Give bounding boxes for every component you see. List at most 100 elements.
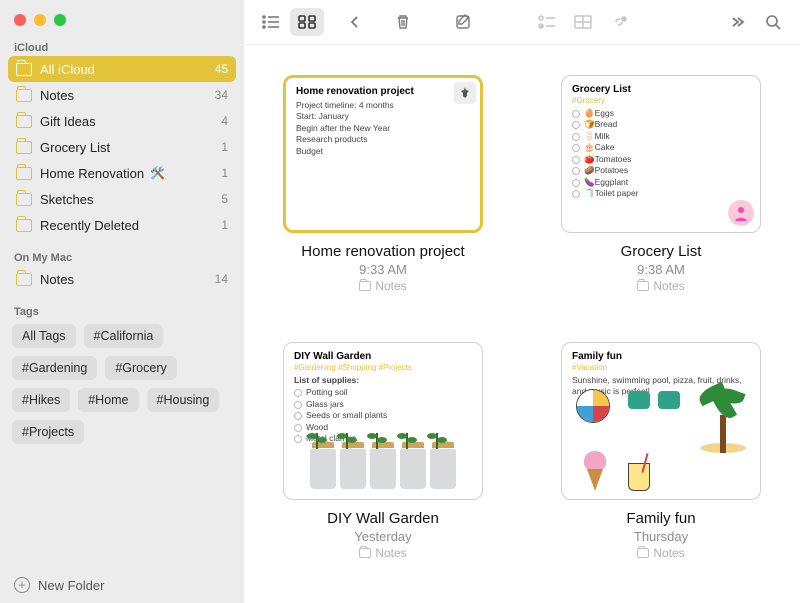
folder-label: Sketches <box>40 192 93 207</box>
preview-title: Home renovation project <box>296 86 470 97</box>
sidebar: iCloud All iCloud 45 Notes 34 Gift Ideas… <box>0 0 244 603</box>
tags-list: All Tags #California #Gardening #Grocery… <box>0 320 244 450</box>
view-gallery-button[interactable] <box>290 8 324 36</box>
note-card-family-fun[interactable]: Family fun #Vacation Sunshine, swimming … <box>552 342 770 591</box>
back-button[interactable] <box>338 8 372 36</box>
tag-gardening[interactable]: #Gardening <box>12 356 97 380</box>
note-location: Notes <box>359 546 406 560</box>
folder-label: Recently Deleted <box>40 218 139 233</box>
preview-tags: #Vacation <box>572 363 750 372</box>
note-time: Yesterday <box>354 529 411 544</box>
delete-button[interactable] <box>386 8 420 36</box>
view-list-button[interactable] <box>254 8 288 36</box>
note-card-home-renovation[interactable]: Home renovation project Project timeline… <box>274 75 492 324</box>
folder-gift-ideas[interactable]: Gift Ideas 4 <box>8 108 236 134</box>
pin-icon <box>454 82 476 104</box>
search-button[interactable] <box>756 8 790 36</box>
preview-body: Project timeline: 4 months Start: Januar… <box>296 100 470 157</box>
tag-all[interactable]: All Tags <box>12 324 76 348</box>
tag-hikes[interactable]: #Hikes <box>12 388 70 412</box>
icloud-folder-list: All iCloud 45 Notes 34 Gift Ideas 4 Groc… <box>0 56 244 238</box>
preview-body: List of supplies: Potting soil Glass jar… <box>294 375 472 445</box>
new-note-button[interactable] <box>446 8 480 36</box>
preview-image-icon <box>284 449 482 499</box>
more-button[interactable] <box>720 8 754 36</box>
note-title: DIY Wall Garden <box>327 510 439 527</box>
folder-home-renovation[interactable]: Home Renovation 🛠️ 1 <box>8 160 236 186</box>
link-button[interactable] <box>602 8 636 36</box>
folder-icon <box>16 167 32 180</box>
preview-title: Grocery List <box>572 84 750 95</box>
folder-recently-deleted[interactable]: Recently Deleted 1 <box>8 212 236 238</box>
note-time: 9:38 AM <box>637 262 685 277</box>
section-header-tags: Tags <box>0 300 244 320</box>
folder-count: 45 <box>215 62 228 76</box>
note-title: Grocery List <box>621 243 702 260</box>
note-preview: Grocery List #Grocery 🥚Eggs 🍞Bread 🥛Milk… <box>561 75 761 233</box>
folder-grocery-list[interactable]: Grocery List 1 <box>8 134 236 160</box>
tag-grocery[interactable]: #Grocery <box>105 356 176 380</box>
notes-grid: Home renovation project Project timeline… <box>244 45 800 603</box>
note-title: Home renovation project <box>301 243 464 260</box>
preview-tags: #Grocery <box>572 96 750 105</box>
note-time: 9:33 AM <box>359 262 407 277</box>
folder-local-notes[interactable]: Notes 14 <box>8 266 236 292</box>
folder-icon <box>637 281 649 291</box>
new-folder-button[interactable]: + New Folder <box>0 567 244 603</box>
folder-icon <box>359 281 371 291</box>
folder-count: 1 <box>221 140 228 154</box>
folder-icon <box>16 63 32 76</box>
note-time: Thursday <box>634 529 688 544</box>
note-preview: Family fun #Vacation Sunshine, swimming … <box>561 342 761 500</box>
folder-icon <box>359 548 371 558</box>
preview-image-icon <box>572 385 750 493</box>
section-header-icloud: iCloud <box>0 36 244 56</box>
note-preview: DIY Wall Garden #Gardening #Shopping #Pr… <box>283 342 483 500</box>
shared-avatar-icon <box>728 200 754 226</box>
section-header-onmymac: On My Mac <box>0 246 244 266</box>
folder-notes[interactable]: Notes 34 <box>8 82 236 108</box>
main-panel: Aa Home renovation project <box>244 0 800 603</box>
tag-projects[interactable]: #Projects <box>12 420 84 444</box>
new-folder-label: New Folder <box>38 578 104 593</box>
note-title: Family fun <box>626 510 695 527</box>
note-location: Notes <box>637 279 684 293</box>
preview-tags: #Gardening #Shopping #Projects <box>294 363 472 372</box>
folder-count: 1 <box>221 218 228 232</box>
folder-count: 1 <box>221 166 228 180</box>
folder-label: Notes <box>40 272 74 287</box>
close-window-button[interactable] <box>14 14 26 26</box>
note-card-diy-wall-garden[interactable]: DIY Wall Garden #Gardening #Shopping #Pr… <box>274 342 492 591</box>
preview-title: Family fun <box>572 351 750 362</box>
folder-sketches[interactable]: Sketches 5 <box>8 186 236 212</box>
tag-housing[interactable]: #Housing <box>147 388 220 412</box>
folder-count: 4 <box>221 114 228 128</box>
minimize-window-button[interactable] <box>34 14 46 26</box>
folder-icon <box>16 89 32 102</box>
preview-title: DIY Wall Garden <box>294 351 472 362</box>
tag-california[interactable]: #California <box>84 324 164 348</box>
folder-icon <box>16 193 32 206</box>
folder-icon <box>637 548 649 558</box>
table-button[interactable] <box>566 8 600 36</box>
folder-icon <box>16 219 32 232</box>
folder-label: Home Renovation <box>40 166 144 181</box>
preview-body: 🥚Eggs 🍞Bread 🥛Milk 🎂Cake 🍅Tomatoes 🥔Pota… <box>572 108 750 200</box>
plus-icon: + <box>14 577 30 593</box>
note-location: Notes <box>637 546 684 560</box>
tag-home[interactable]: #Home <box>78 388 138 412</box>
note-card-grocery-list[interactable]: Grocery List #Grocery 🥚Eggs 🍞Bread 🥛Milk… <box>552 75 770 324</box>
checklist-button[interactable] <box>530 8 564 36</box>
format-button[interactable]: Aa <box>494 8 528 36</box>
toolbar: Aa <box>244 0 800 45</box>
folder-label: All iCloud <box>40 62 95 77</box>
folder-label: Notes <box>40 88 74 103</box>
folder-count: 5 <box>221 192 228 206</box>
folder-label: Gift Ideas <box>40 114 96 129</box>
folder-icon <box>16 141 32 154</box>
folder-count: 34 <box>215 88 228 102</box>
folder-icon <box>16 273 32 286</box>
maximize-window-button[interactable] <box>54 14 66 26</box>
folder-all-icloud[interactable]: All iCloud 45 <box>8 56 236 82</box>
note-location: Notes <box>359 279 406 293</box>
